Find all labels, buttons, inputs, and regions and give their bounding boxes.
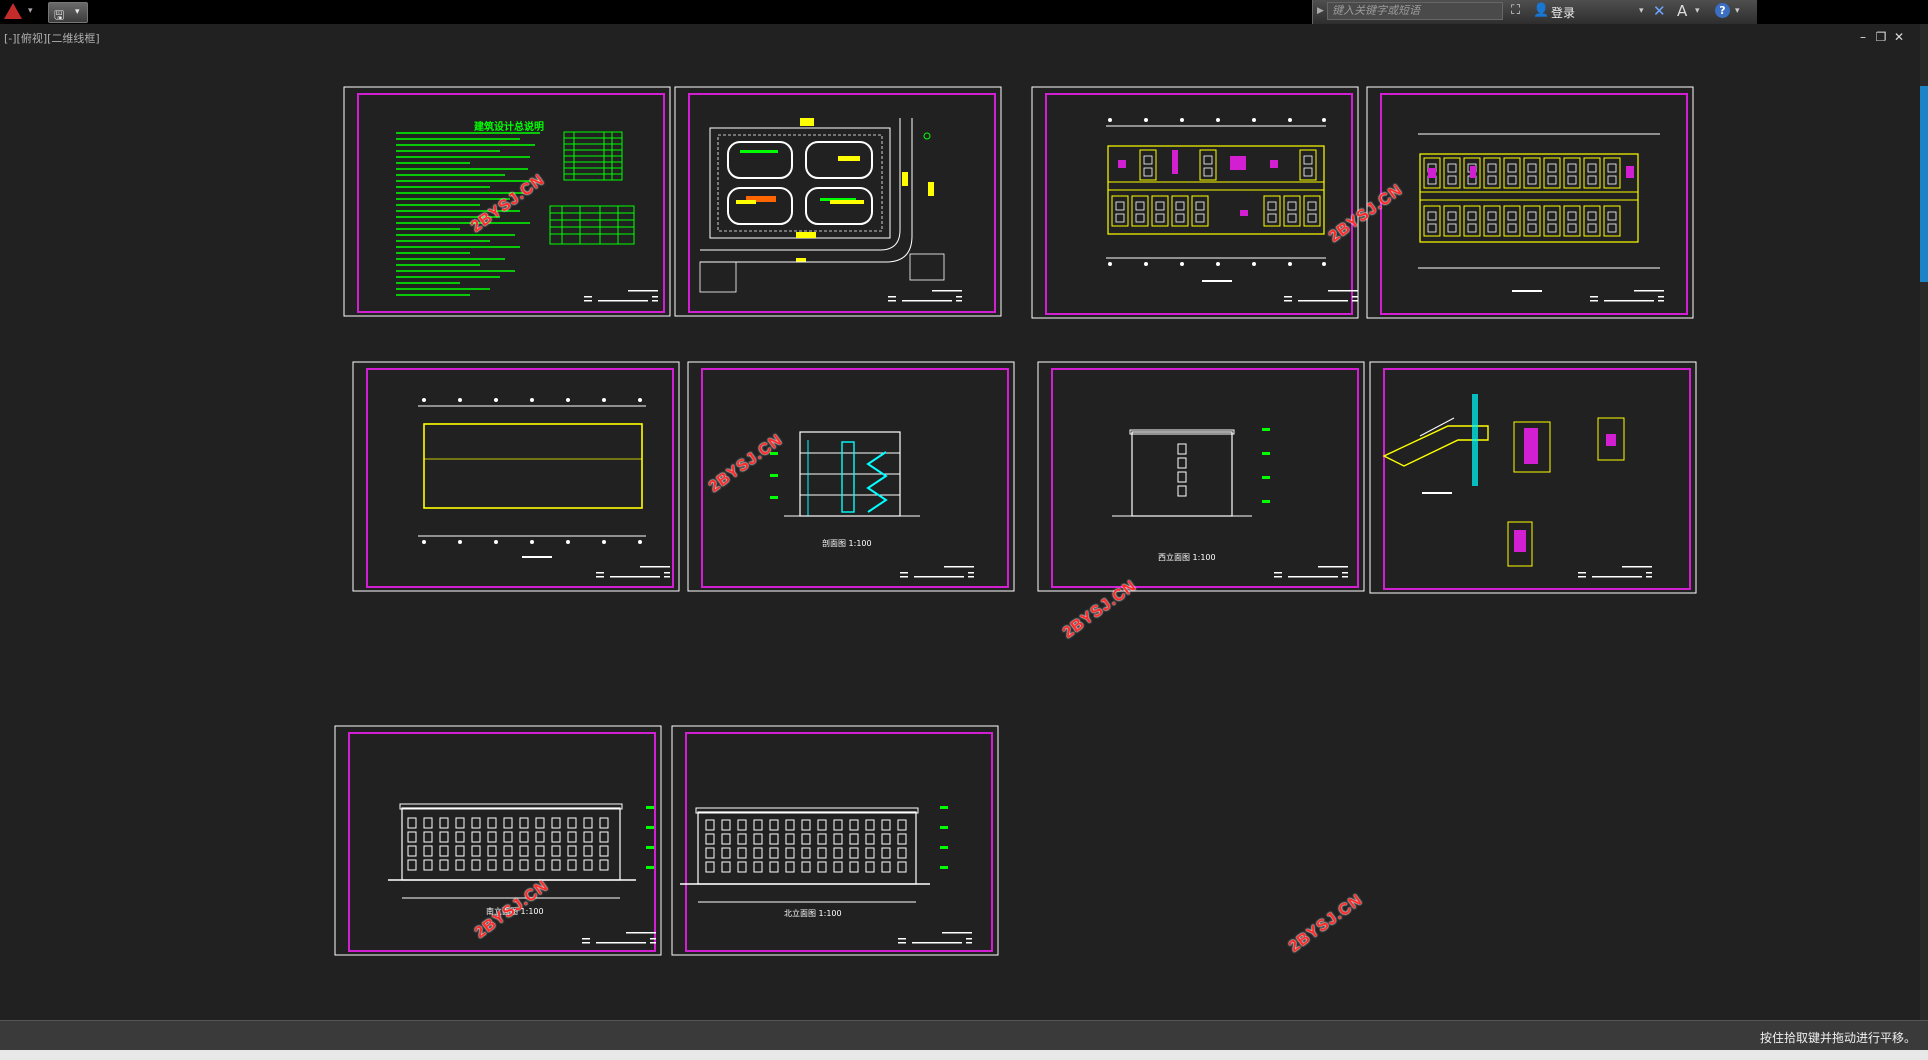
chevron-down-icon: ▾ [28, 6, 33, 16]
watermark: 2BYSJ.CN [706, 431, 786, 496]
sheet-title: 剖面图 1:100 [822, 538, 872, 548]
watermark: 2BYSJ.CN [1286, 891, 1366, 956]
status-bar: 按住拾取键并拖动进行平移。 [0, 1020, 1928, 1051]
sheet-title: 建筑设计总说明 [473, 120, 544, 133]
help-icon[interactable]: ? [1715, 3, 1730, 18]
sheet-north-elevation[interactable]: 北立面图 1:100 [671, 725, 999, 956]
vertical-scrollbar[interactable] [1920, 24, 1928, 1020]
watermark: 2BYSJ.CN [1060, 577, 1140, 642]
restore-button[interactable]: ❐ [1872, 30, 1890, 44]
sheet-title: 西立面图 1:100 [1158, 552, 1216, 562]
minimize-button[interactable]: – [1854, 30, 1872, 44]
application-menu-button[interactable]: ▾ [0, 0, 40, 24]
sheet-floor-plan-1[interactable] [1031, 86, 1359, 319]
search-input[interactable]: 键入关键字或短语 [1327, 2, 1503, 20]
watermark: 2BYSJ.CN [1326, 181, 1406, 246]
chevron-down-icon: ▾ [75, 7, 80, 17]
chevron-down-icon[interactable]: ▾ [1695, 6, 1700, 16]
expand-arrow-icon[interactable]: ▶ [1317, 6, 1324, 16]
close-button[interactable]: ✕ [1890, 30, 1908, 44]
save-icon: 🖫 [54, 8, 65, 22]
sheet-title: 北立面图 1:100 [784, 908, 842, 918]
sheet-floor-plan-2[interactable] [1366, 86, 1694, 319]
exchange-icon[interactable]: ✕ [1653, 2, 1666, 20]
sheet-details[interactable] [1369, 361, 1697, 594]
title-bar: ▾ 🖫 ▾ ▶ 键入关键字或短语 ⛶ 👤 登录 ▾ ✕ A ▾ ? ▾ [0, 0, 1928, 24]
user-icon[interactable]: 👤 [1533, 3, 1549, 18]
chevron-down-icon[interactable]: ▾ [1735, 6, 1740, 16]
status-message: 按住拾取键并拖动进行平移。 [1759, 1031, 1916, 1045]
sheet-roof-plan[interactable] [352, 361, 680, 592]
autocad-logo-icon [4, 3, 22, 19]
model-space-canvas[interactable]: 建筑设计总说明 剖面图 1:100 西立面图 1:100 南立面图 1:100 … [0, 0, 1928, 1060]
drawing-window-controls: – ❐ ✕ [1854, 30, 1908, 44]
watermark: 2BYSJ.CN [472, 877, 552, 942]
viewport-controls-label[interactable]: [-][俯视][二维线框] [4, 30, 100, 46]
binoculars-icon[interactable]: ⛶ [1511, 3, 1520, 18]
autodesk-a360-icon[interactable]: A [1677, 2, 1687, 20]
chevron-down-icon[interactable]: ▾ [1639, 6, 1644, 16]
infocenter: ▶ 键入关键字或短语 ⛶ 👤 登录 ▾ ✕ A ▾ ? ▾ [1312, 0, 1757, 24]
bottom-strip [0, 1050, 1928, 1060]
watermark: 2BYSJ.CN [468, 171, 548, 236]
login-button[interactable]: 登录 [1551, 4, 1575, 21]
sheet-side-elevation[interactable]: 西立面图 1:100 [1037, 361, 1365, 592]
scrollbar-thumb[interactable] [1920, 86, 1928, 282]
sheet-site-plan[interactable] [674, 86, 1002, 317]
quick-access-toolbar[interactable]: 🖫 ▾ [48, 2, 88, 23]
